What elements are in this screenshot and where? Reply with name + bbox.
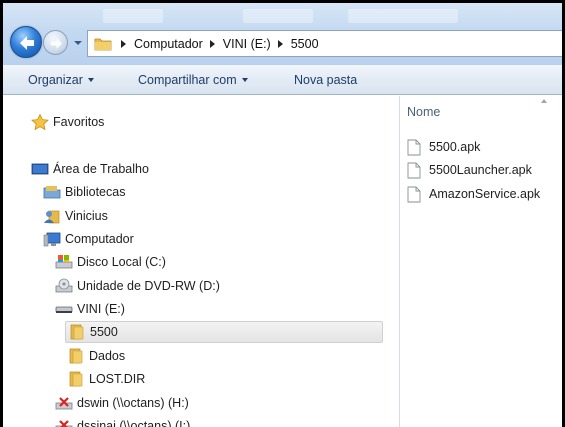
nav-label: Favoritos: [53, 115, 105, 129]
dvd-drive-icon: [55, 278, 73, 293]
nav-label: dswin (\\octans) (H:): [77, 396, 189, 410]
folder-icon: [69, 348, 83, 364]
arrow-left-icon: [20, 36, 34, 50]
file-icon: [407, 186, 421, 202]
nav-item-computer[interactable]: Computador: [43, 228, 134, 250]
nav-item-desktop[interactable]: Área de Trabalho: [31, 158, 149, 180]
nav-label: Disco Local (C:): [77, 255, 166, 269]
disconnected-network-drive-icon: [55, 397, 73, 410]
navigation-pane: Favoritos Área de Trabalho Bibliotecas V…: [3, 96, 400, 427]
disconnected-network-drive-icon: [55, 420, 73, 427]
nav-item-drive-e[interactable]: VINI (E:): [55, 298, 125, 320]
recent-pages-dropdown[interactable]: [73, 38, 83, 48]
nav-item-folder-lostdir[interactable]: LOST.DIR: [67, 368, 145, 390]
column-header-label: Nome: [407, 105, 441, 119]
nav-item-drive-d[interactable]: Unidade de DVD-RW (D:): [55, 275, 220, 297]
folder-icon: [94, 38, 112, 51]
nav-item-folder-dados[interactable]: Dados: [67, 345, 125, 367]
nav-label: 5500: [90, 325, 118, 339]
breadcrumb-computer[interactable]: Computador: [132, 37, 205, 51]
sort-ascending-icon: [541, 99, 547, 103]
computer-icon: [43, 232, 61, 247]
file-name: 5500Launcher.apk: [429, 163, 532, 177]
chevron-down-icon: [241, 78, 248, 82]
column-header-name[interactable]: Nome: [407, 105, 440, 119]
organize-menu[interactable]: Organizar: [28, 73, 94, 87]
file-item[interactable]: 5500.apk: [407, 136, 480, 158]
breadcrumb-5500[interactable]: 5500: [289, 37, 321, 51]
breadcrumb-separator[interactable]: [116, 31, 132, 56]
title-area: Computador VINI (E:) 5500: [3, 3, 562, 65]
nav-label: LOST.DIR: [89, 372, 146, 386]
title-blur: [243, 9, 313, 23]
file-name: 5500.apk: [429, 140, 481, 154]
nav-item-user[interactable]: Vinicius: [43, 205, 108, 227]
nav-label: VINI (E:): [77, 302, 125, 316]
title-blur: [103, 9, 163, 23]
nav-item-network-h[interactable]: dswin (\\octans) (H:): [55, 392, 189, 414]
nav-item-favorites[interactable]: Favoritos: [31, 111, 104, 133]
nav-label: Dados: [89, 349, 126, 363]
star-icon: [31, 114, 49, 130]
nav-label: Bibliotecas: [65, 185, 126, 199]
explorer-window: Computador VINI (E:) 5500 Organizar Comp…: [0, 0, 565, 427]
file-icon: [407, 162, 421, 178]
nav-item-folder-5500[interactable]: 5500: [65, 321, 383, 343]
forward-button[interactable]: [43, 30, 68, 55]
back-button[interactable]: [10, 26, 42, 58]
arrow-right-icon: [51, 38, 62, 49]
nav-label: Computador: [65, 232, 134, 246]
libraries-icon: [43, 186, 61, 199]
chevron-down-icon: [87, 78, 94, 82]
nav-label: dssinai (\\octans) (I:): [77, 419, 191, 427]
title-blur: [348, 9, 458, 23]
nav-label: Área de Trabalho: [53, 162, 149, 176]
file-list: Nome 5500.apk 5500Launcher.apk AmazonSer…: [401, 96, 562, 427]
removable-drive-icon: [55, 306, 73, 313]
folder-icon: [69, 371, 83, 387]
organize-label: Organizar: [28, 73, 83, 87]
breadcrumb-drive-e[interactable]: VINI (E:): [221, 37, 273, 51]
share-label: Compartilhar com: [138, 73, 237, 87]
nav-item-network-i[interactable]: dssinai (\\octans) (I:): [55, 415, 190, 427]
folder-icon: [70, 324, 84, 340]
nav-item-libraries[interactable]: Bibliotecas: [43, 181, 125, 203]
address-bar[interactable]: Computador VINI (E:) 5500: [87, 30, 562, 57]
file-name: AmazonService.apk: [429, 187, 541, 201]
nav-label: Unidade de DVD-RW (D:): [77, 279, 220, 293]
share-menu[interactable]: Compartilhar com: [138, 73, 248, 87]
file-item[interactable]: 5500Launcher.apk: [407, 159, 532, 181]
breadcrumb-separator[interactable]: [273, 31, 289, 56]
nav-label: Vinicius: [65, 209, 108, 223]
breadcrumb: Computador VINI (E:) 5500: [116, 31, 321, 56]
desktop-icon: [31, 163, 49, 175]
command-bar: Organizar Compartilhar com Nova pasta: [3, 65, 562, 95]
file-item[interactable]: AmazonService.apk: [407, 183, 540, 205]
breadcrumb-separator[interactable]: [205, 31, 221, 56]
system-drive-icon: [55, 255, 73, 269]
file-icon: [407, 139, 421, 155]
nav-item-drive-c[interactable]: Disco Local (C:): [55, 251, 166, 273]
new-folder-button[interactable]: Nova pasta: [294, 73, 357, 87]
user-folder-icon: [44, 210, 60, 224]
